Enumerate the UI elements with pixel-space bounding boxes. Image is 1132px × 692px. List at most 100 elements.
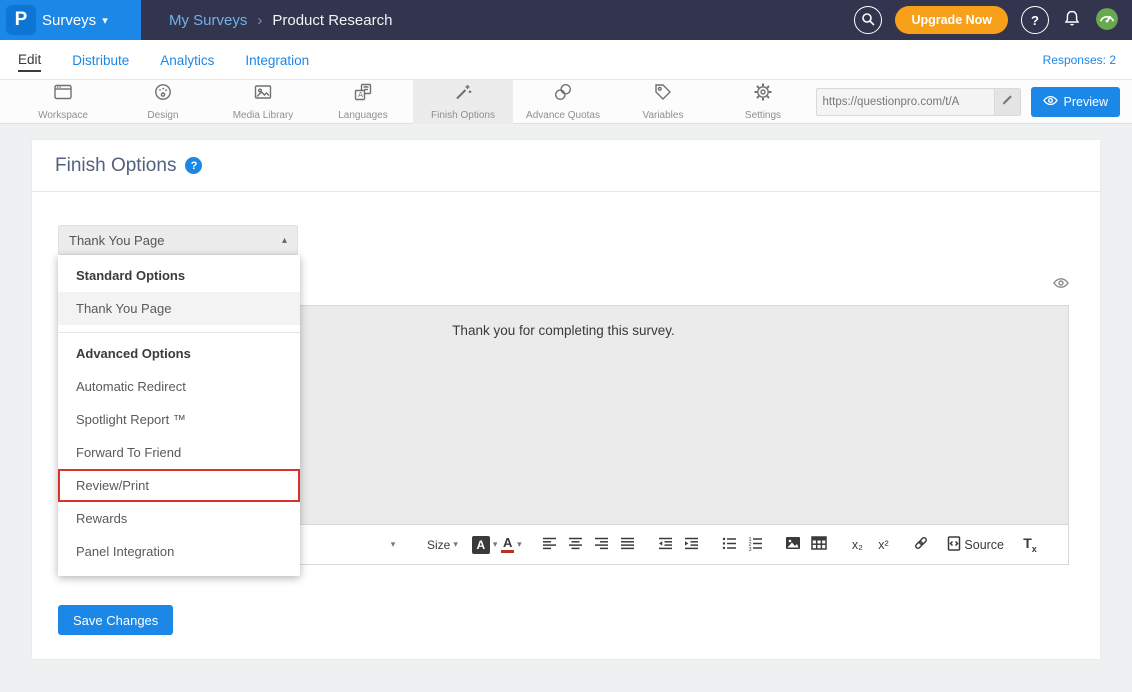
- align-center-button[interactable]: [563, 532, 587, 558]
- upgrade-now-button[interactable]: Upgrade Now: [895, 6, 1008, 34]
- selected-option-label: Thank You Page: [69, 233, 164, 248]
- question-mark-icon: ?: [191, 160, 198, 172]
- menu-item-automatic-redirect[interactable]: Automatic Redirect: [58, 370, 300, 403]
- logo-letter: P: [15, 9, 28, 31]
- main-content: Finish Options ? Thank You Page ▴ Standa…: [0, 124, 1132, 659]
- toolbar-item-workspace[interactable]: Workspace: [13, 80, 113, 124]
- font-dropdown[interactable]: ▾: [381, 532, 405, 558]
- eye-icon: [1043, 94, 1058, 110]
- breadcrumb-separator-icon: ›: [257, 12, 262, 29]
- panel-body: Thank You Page ▴ Standard Options Thank …: [32, 192, 1100, 658]
- outdent-icon: [658, 536, 673, 554]
- justify-icon: [620, 536, 635, 554]
- insert-table-button[interactable]: [807, 532, 831, 558]
- menu-item-review-print[interactable]: Review/Print: [58, 469, 300, 502]
- toolbar-item-media-library[interactable]: Media Library: [213, 80, 313, 124]
- search-button[interactable]: [854, 6, 882, 34]
- search-icon: [861, 12, 875, 29]
- tab-analytics[interactable]: Analytics: [160, 49, 214, 71]
- align-left-button[interactable]: [537, 532, 561, 558]
- topbar: P Surveys ▾ My Surveys › Product Researc…: [0, 0, 1132, 40]
- tab-edit[interactable]: Edit: [18, 48, 41, 72]
- toolbar-item-finish-options[interactable]: Finish Options: [413, 80, 513, 124]
- page-title: Finish Options: [55, 155, 176, 177]
- justify-button[interactable]: [615, 532, 639, 558]
- finish-options-panel: Finish Options ? Thank You Page ▴ Standa…: [32, 140, 1100, 659]
- remove-format-button[interactable]: Tx: [1018, 532, 1042, 558]
- align-left-icon: [542, 536, 557, 554]
- tab-distribute[interactable]: Distribute: [72, 49, 129, 71]
- superscript-button[interactable]: x²: [871, 532, 895, 558]
- background-color-button[interactable]: A ▾: [472, 532, 498, 558]
- source-button[interactable]: Source: [947, 532, 1004, 558]
- finish-option-dropdown-menu: Standard Options Thank You Page Advanced…: [58, 255, 300, 576]
- chain-links-icon: [553, 82, 573, 107]
- subscript-icon: x₂: [852, 538, 863, 552]
- notifications-button[interactable]: [1062, 9, 1082, 32]
- preview-button[interactable]: Preview: [1031, 87, 1120, 117]
- menu-group-advanced-options: Advanced Options: [58, 333, 300, 370]
- workspace-icon: [53, 82, 73, 107]
- toolbar-item-languages[interactable]: A Languages: [313, 80, 413, 124]
- help-button[interactable]: ?: [1021, 6, 1049, 34]
- survey-url-field: [816, 88, 1021, 116]
- menu-item-rewards[interactable]: Rewards: [58, 502, 300, 535]
- toolbar-item-design[interactable]: Design: [113, 80, 213, 124]
- save-changes-button[interactable]: Save Changes: [58, 605, 173, 635]
- align-right-button[interactable]: [589, 532, 613, 558]
- bulleted-list-icon: [722, 536, 737, 554]
- topbar-actions: Upgrade Now ?: [854, 6, 1132, 34]
- gauge-icon: [1095, 7, 1119, 34]
- tab-integration[interactable]: Integration: [245, 49, 309, 71]
- panel-header: Finish Options ?: [32, 140, 1100, 192]
- remove-format-icon: Tx: [1023, 535, 1037, 554]
- responses-count[interactable]: Responses: 2: [1043, 53, 1132, 67]
- text-color-button[interactable]: A ▾: [499, 532, 523, 558]
- decrease-indent-button[interactable]: [653, 532, 677, 558]
- breadcrumb-my-surveys[interactable]: My Surveys: [169, 12, 247, 29]
- toggle-preview-eye-button[interactable]: [1052, 276, 1070, 295]
- bulleted-list-button[interactable]: [717, 532, 741, 558]
- source-label: Source: [964, 538, 1004, 552]
- size-label: Size: [427, 538, 450, 552]
- menu-item-panel-integration[interactable]: Panel Integration: [58, 535, 300, 568]
- pencil-icon: [1001, 94, 1013, 109]
- account-usage-gauge-button[interactable]: [1095, 7, 1119, 34]
- numbered-list-button[interactable]: 123: [743, 532, 767, 558]
- insert-image-button[interactable]: [781, 532, 805, 558]
- finish-options-help-button[interactable]: ?: [185, 157, 202, 174]
- chevron-up-icon: ▴: [282, 235, 287, 246]
- surveys-product-menu[interactable]: P Surveys ▾: [0, 0, 141, 40]
- font-size-dropdown[interactable]: Size ▾: [427, 532, 458, 558]
- builder-toolbar-right: Preview: [816, 87, 1132, 117]
- questionpro-survey-editor: P Surveys ▾ My Surveys › Product Researc…: [0, 0, 1132, 692]
- magic-wand-icon: [453, 82, 473, 107]
- svg-text:A: A: [358, 90, 363, 99]
- gear-icon: [753, 82, 773, 107]
- builder-toolbar: Workspace Design Media Library A Languag…: [0, 80, 1132, 124]
- menu-item-spotlight-report[interactable]: Spotlight Report ™: [58, 403, 300, 436]
- table-icon: [811, 536, 827, 553]
- increase-indent-button[interactable]: [679, 532, 703, 558]
- eye-icon: [1052, 277, 1070, 294]
- align-center-icon: [568, 536, 583, 554]
- insert-link-button[interactable]: [909, 532, 933, 558]
- menu-group-standard-options: Standard Options: [58, 255, 300, 292]
- menu-item-forward-to-friend[interactable]: Forward To Friend: [58, 436, 300, 469]
- link-icon: [913, 535, 929, 554]
- chevron-down-icon: ▾: [102, 14, 108, 27]
- indent-icon: [684, 536, 699, 554]
- edit-url-button[interactable]: [994, 89, 1020, 115]
- toolbar-item-settings[interactable]: Settings: [713, 80, 813, 124]
- questionpro-logo: P: [6, 5, 36, 35]
- surveys-menu-label: Surveys: [42, 12, 96, 29]
- toolbar-item-variables[interactable]: Variables: [613, 80, 713, 124]
- svg-text:3: 3: [748, 547, 751, 551]
- languages-icon: A: [353, 82, 373, 107]
- bell-icon: [1062, 9, 1082, 32]
- subscript-button[interactable]: x₂: [845, 532, 869, 558]
- survey-url-input[interactable]: [817, 96, 994, 108]
- menu-item-thank-you-page[interactable]: Thank You Page: [58, 292, 300, 325]
- toolbar-item-advance-quotas[interactable]: Advance Quotas: [513, 80, 613, 124]
- finish-option-select[interactable]: Thank You Page ▴: [58, 225, 298, 255]
